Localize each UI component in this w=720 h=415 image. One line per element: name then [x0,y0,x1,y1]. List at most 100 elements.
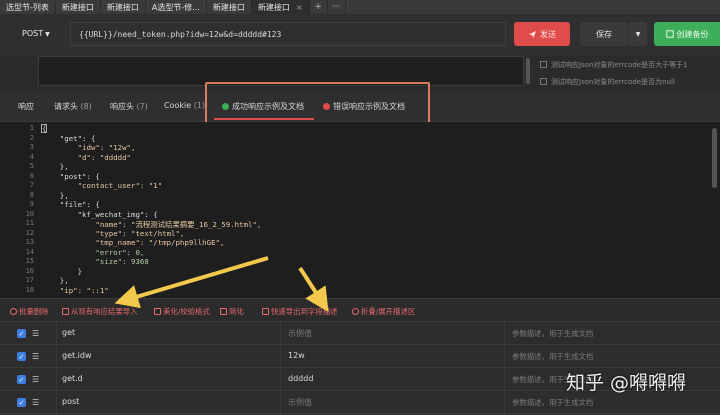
code-line: "type": "text/html", [42,228,185,238]
tab-bar: 选型节-列表 新建接口 新建接口 A选型节-修... 新建接口 新建接口 × + … [0,0,720,14]
tab-item[interactable]: 新建接口 [101,0,146,14]
tab-item-active[interactable]: 新建接口 × [251,0,310,14]
param-value-input[interactable]: 示例值 [288,397,312,408]
tab-label: Cookie [164,101,192,110]
tab-response-headers[interactable]: 响应头 (7) [110,101,148,112]
line-number: 12 [25,228,34,237]
save-dropdown-button[interactable]: ▼ [629,22,647,46]
bulk-delete-button[interactable]: 批量删除 [10,306,49,317]
param-value-input[interactable]: 12w [288,351,305,360]
import-from-response-button[interactable]: 从现有响应结果导入 [62,306,138,317]
checkbox[interactable]: ✓ [17,352,26,361]
tab-item[interactable]: 新建接口 [56,0,101,14]
tab-label: 新建接口 [257,2,290,12]
url-input[interactable]: {{URL}}/need_token.php?idw=12w&d=ddddd#1… [70,22,506,46]
line-number: 2 [29,133,34,142]
assertion-label: 测试响应Json对象的errcode是否大于等于1 [551,61,688,69]
code-line: "error": 0, [42,247,145,257]
param-name[interactable]: post [62,397,79,406]
export-to-field-desc-button[interactable]: 快速导出到字段描述 [262,306,338,317]
code-line: "contact_user": "1" [42,181,163,190]
create-backup-button[interactable]: 创建备份 [654,22,720,46]
scrollbar[interactable] [712,128,717,188]
param-name[interactable]: get [62,328,75,337]
table-row[interactable]: ✓ ☰ get.idw 12w 参数描述，用于生成文档 [0,345,720,368]
tab-label: 新建接口 [61,2,94,12]
send-icon [528,30,537,38]
checkbox[interactable] [540,61,547,68]
line-gutter: 1 2 3 4 5 6 7 8 9 10 11 12 13 14 15 16 1… [0,122,38,298]
method-select[interactable]: POST ▼ [22,29,50,38]
tab-item[interactable]: 新建接口 [207,0,252,14]
toggle-desc-area-button[interactable]: 折叠/展开描述区 [352,306,415,317]
code-line: "kf_wechat_img": { [42,209,158,219]
watermark: 知乎 @嘚嘚嘚 [566,372,687,394]
line-number: 6 [29,171,34,180]
checkbox[interactable]: ✓ [17,398,26,407]
json-editor[interactable]: 1 2 3 4 5 6 7 8 9 10 11 12 13 14 15 16 1… [0,122,720,298]
tab-label: 新建接口 [212,2,245,12]
param-desc-input[interactable]: 参数描述，用于生成文档 [512,397,593,408]
beautify-validate-button[interactable]: 美化/校验格式 [154,306,210,317]
line-number: 5 [29,162,34,170]
close-icon[interactable]: × [296,3,303,12]
table-row[interactable]: ✓ ☰ get 示例值 参数描述，用于生成文档 [0,322,720,345]
export-icon [262,308,269,315]
assertion-item[interactable]: 测试响应Json对象的errcode是否为null [540,77,720,87]
toolbar-label: 折叠/展开描述区 [361,307,416,316]
toolbar-label: 从现有响应结果导入 [71,307,138,316]
line-number: 3 [29,143,34,151]
param-name[interactable]: get.d [62,374,83,383]
code-line: { [42,124,47,133]
code-line: "post": { [42,171,100,181]
tab-label: 响应头 [110,102,134,111]
scrollbar[interactable] [526,58,530,84]
tab-label: A选型节-修... [151,2,200,12]
add-tab-button[interactable]: + [310,0,328,14]
code-line: "get": { [42,133,96,143]
send-button[interactable]: 发送 [514,22,570,46]
code-line: "file": { [42,200,100,209]
code-line: }, [42,276,69,285]
checkbox[interactable]: ✓ [17,329,26,338]
menu-icon[interactable]: ☰ [32,375,39,384]
tab-label: 新建接口 [106,2,139,12]
menu-icon[interactable]: ☰ [32,352,39,361]
checkbox[interactable] [540,78,547,85]
toolbar-label: 快速导出到字段描述 [271,307,338,316]
param-name[interactable]: get.idw [62,351,92,360]
more-tabs-button[interactable]: ··· [328,0,346,14]
code-line: "idw": "12w", [42,143,136,152]
line-number: 14 [25,247,34,256]
simplify-button[interactable]: 简化 [220,306,244,317]
tab-item[interactable]: A选型节-修... [146,0,207,14]
backup-label: 创建备份 [676,29,709,39]
checkbox[interactable]: ✓ [17,375,26,384]
param-desc-input[interactable]: 参数描述，用于生成文档 [512,328,593,339]
code-line: "tmp_name": "/tmp/php9llhGE", [42,238,225,247]
param-value-input[interactable]: 示例值 [288,328,312,339]
tab-count: (8) [80,102,92,111]
tab-cookie[interactable]: Cookie (1) [164,101,205,110]
delete-icon [10,308,17,315]
collapse-icon [352,308,359,315]
menu-icon[interactable]: ☰ [32,329,39,338]
tab-request-headers[interactable]: 请求头 (8) [54,101,92,112]
assertion-item[interactable]: 测试响应Json对象的errcode是否大于等于1 [540,60,720,70]
send-label: 发送 [540,29,556,39]
save-button[interactable]: 保存 [580,22,628,46]
line-number: 17 [25,276,34,284]
toolbar-label: 美化/校验格式 [163,307,210,316]
tab-response[interactable]: 响应 [18,101,34,112]
line-number: 18 [25,285,34,294]
tab-count: (7) [136,102,148,111]
assertion-list: 测试响应Json对象的errcode是否大于等于1 测试响应Json对象的err… [540,60,720,94]
menu-icon[interactable]: ☰ [32,398,39,407]
tab-count: (1) [193,101,206,110]
line-number: 16 [25,266,34,275]
line-number: 10 [25,209,34,218]
param-value-input[interactable]: ddddd [288,374,313,383]
param-desc-input[interactable]: 参数描述，用于生成文档 [512,351,593,362]
tab-label: 选型节-列表 [6,2,49,12]
tab-item[interactable]: 选型节-列表 [0,0,56,14]
